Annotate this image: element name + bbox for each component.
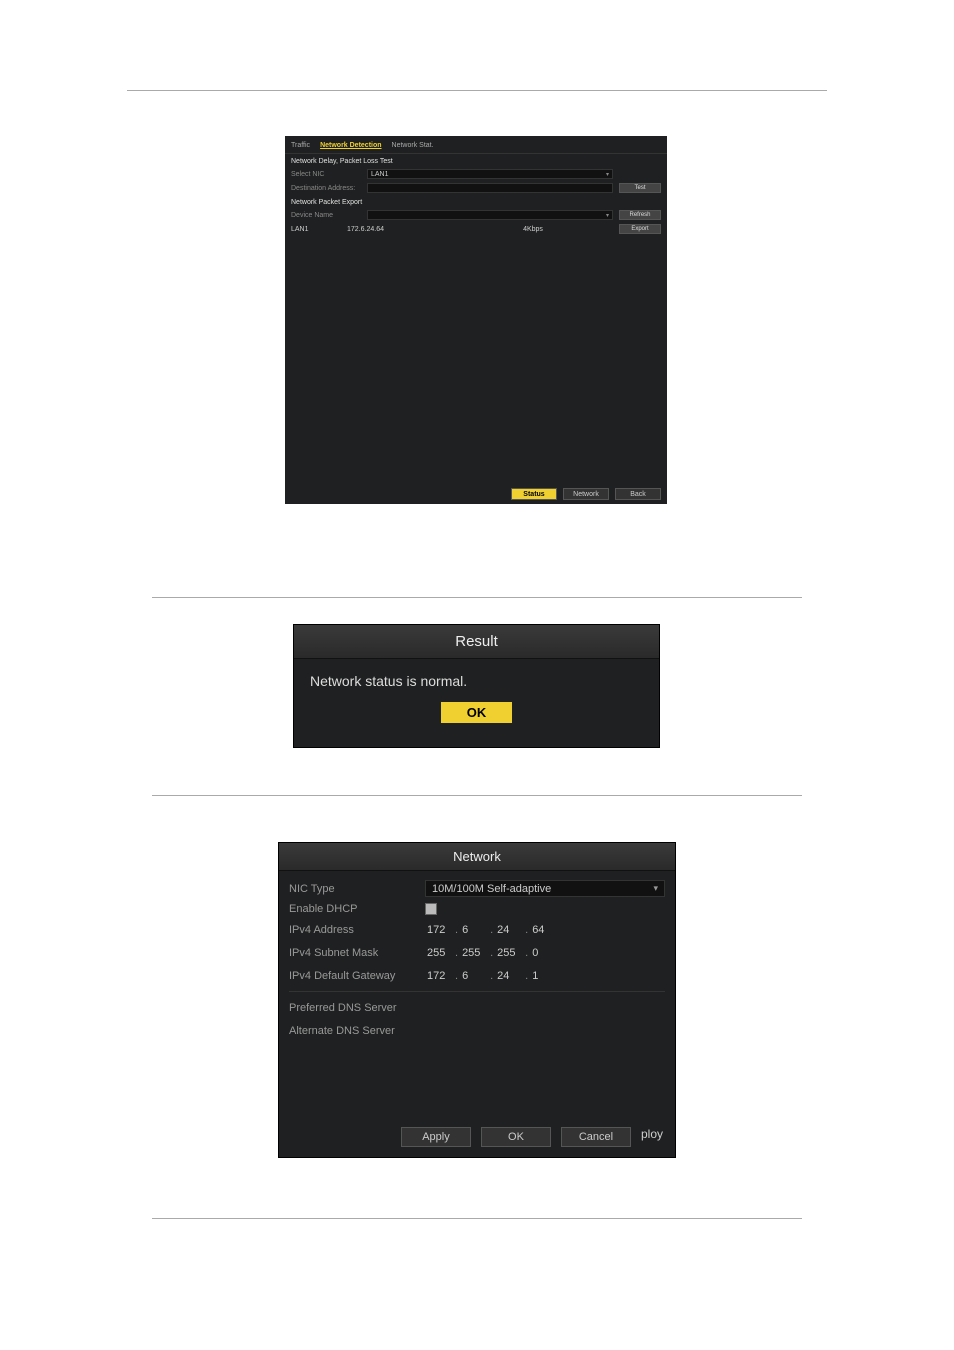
result-message: Network status is normal. (294, 659, 659, 697)
network-button[interactable]: Network (563, 488, 609, 500)
result-dialog: Result Network status is normal. OK (293, 624, 660, 748)
footer-buttons: Apply OK Cancel ploy (401, 1127, 663, 1147)
ip-octet[interactable]: 24 (495, 970, 523, 982)
tab-network-stat[interactable]: Network Stat. (392, 140, 434, 151)
export-rate: 4Kbps (453, 226, 613, 233)
select-nic-dropdown[interactable]: LAN1 ▾ (367, 169, 613, 179)
dialog-title: Result (294, 625, 659, 659)
pref-dns-field[interactable] (425, 999, 665, 1016)
divider (152, 597, 802, 598)
select-nic-label: Select NIC (291, 171, 361, 178)
section-export-title: Network Packet Export (285, 195, 667, 208)
ip-octet[interactable]: 255 (460, 947, 488, 959)
dhcp-label: Enable DHCP (289, 903, 419, 915)
cancel-button[interactable]: Cancel (561, 1127, 631, 1147)
ipv4-address-field[interactable]: 172. 6. 24. 64 (425, 921, 665, 938)
divider (289, 991, 665, 992)
section-delay-title: Network Delay, Packet Loss Test (285, 154, 667, 167)
ipv4-gw-label: IPv4 Default Gateway (289, 970, 419, 982)
ipv4-mask-label: IPv4 Subnet Mask (289, 947, 419, 959)
ip-octet[interactable]: 24 (495, 924, 523, 936)
chevron-down-icon: ▾ (606, 212, 609, 219)
apply-button[interactable]: Apply (401, 1127, 471, 1147)
network-detection-screen: Traffic Network Detection Network Stat. … (285, 136, 667, 504)
tab-network-detection[interactable]: Network Detection (320, 140, 381, 151)
ip-octet[interactable]: 172 (425, 970, 453, 982)
destination-input[interactable] (367, 183, 613, 193)
chevron-down-icon: ▾ (606, 171, 609, 178)
destination-label: Destination Address: (291, 185, 361, 192)
device-name-dropdown[interactable]: ▾ (367, 210, 613, 220)
ok-button[interactable]: OK (440, 701, 514, 724)
export-nic: LAN1 (291, 226, 341, 233)
ipv4-gw-field[interactable]: 172. 6. 24. 1 (425, 967, 665, 984)
ip-octet[interactable]: 1 (530, 970, 558, 982)
export-button[interactable]: Export (619, 224, 661, 234)
tabs: Traffic Network Detection Network Stat. (285, 136, 667, 154)
dialog-title: Network (279, 843, 675, 871)
alt-dns-field[interactable] (425, 1022, 665, 1039)
ok-button[interactable]: OK (481, 1127, 551, 1147)
nic-type-value: 10M/100M Self-adaptive (432, 883, 551, 895)
chevron-down-icon: ▾ (653, 883, 658, 894)
ipv4-mask-field[interactable]: 255. 255. 255. 0 (425, 944, 665, 961)
refresh-button[interactable]: Refresh (619, 210, 661, 220)
divider (152, 795, 802, 796)
ip-octet[interactable]: 172 (425, 924, 453, 936)
dhcp-checkbox[interactable] (425, 903, 437, 915)
nic-type-label: NIC Type (289, 883, 419, 895)
ip-octet[interactable]: 255 (425, 947, 453, 959)
alt-dns-label: Alternate DNS Server (289, 1025, 419, 1037)
select-nic-value: LAN1 (371, 171, 389, 178)
ip-octet[interactable]: 64 (530, 924, 558, 936)
footer-buttons: Status Network Back (511, 488, 661, 500)
status-button[interactable]: Status (511, 488, 557, 500)
divider (127, 90, 827, 91)
divider (152, 1218, 802, 1219)
pref-dns-label: Preferred DNS Server (289, 1002, 419, 1014)
device-name-label: Device Name (291, 212, 361, 219)
ip-octet[interactable]: 0 (530, 947, 558, 959)
ip-octet[interactable]: 6 (460, 924, 488, 936)
network-settings-dialog: Network NIC Type 10M/100M Self-adaptive … (278, 842, 676, 1158)
ipv4-address-label: IPv4 Address (289, 924, 419, 936)
tab-traffic[interactable]: Traffic (291, 140, 310, 151)
ip-octet[interactable]: 6 (460, 970, 488, 982)
back-button[interactable]: Back (615, 488, 661, 500)
export-ip: 172.6.24.64 (347, 226, 447, 233)
nic-type-dropdown[interactable]: 10M/100M Self-adaptive ▾ (425, 880, 665, 897)
ip-octet[interactable]: 255 (495, 947, 523, 959)
test-button[interactable]: Test (619, 183, 661, 193)
